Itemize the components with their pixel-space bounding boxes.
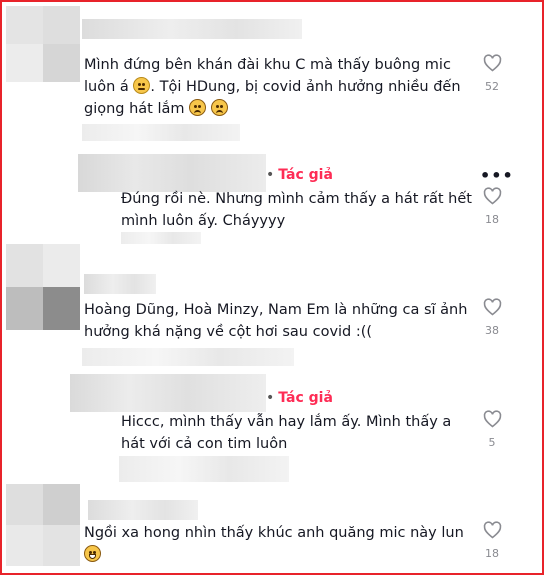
comment-text: Mình đứng bên khán đài khu C mà thấy buô… xyxy=(84,57,461,117)
comment-meta xyxy=(82,124,240,141)
username[interactable] xyxy=(82,19,302,39)
comment-text: Hoàng Dũng, Hoà Minzy, Nam Em là những c… xyxy=(84,302,468,340)
comment-meta xyxy=(121,232,201,244)
heart-outline-icon xyxy=(483,298,501,316)
comment-item: Ngồi xa hong nhìn thấy khúc anh quăng mi… xyxy=(2,482,542,573)
comment-item: Mình đứng bên khán đài khu C mà thấy buô… xyxy=(2,2,542,152)
laughing-face-icon xyxy=(84,545,101,562)
comment-meta xyxy=(119,456,289,482)
like-button[interactable] xyxy=(481,54,503,72)
like-button[interactable] xyxy=(481,410,503,428)
reply-item: • Tác giả Hiccc, mình thấy vẫn hay lắm ấy… xyxy=(2,370,542,482)
heart-outline-icon xyxy=(483,187,501,205)
more-options-button[interactable]: ••• xyxy=(480,166,514,185)
like-count: 18 xyxy=(485,213,499,226)
like-count: 38 xyxy=(485,324,499,337)
like-button[interactable] xyxy=(481,298,503,316)
comment-text: Ngồi xa hong nhìn thấy khúc anh quăng mi… xyxy=(84,522,474,566)
username[interactable] xyxy=(70,374,266,412)
like-button[interactable] xyxy=(481,521,503,539)
heart-outline-icon xyxy=(483,410,501,428)
reply-item: • Tác giả ••• Đúng rồi nè. Nhưng mình cảm… xyxy=(2,152,542,244)
like-count: 52 xyxy=(485,80,499,93)
comment-list: Mình đứng bên khán đài khu C mà thấy buô… xyxy=(0,0,544,575)
avatar[interactable] xyxy=(6,244,80,330)
author-badge: • Tác giả xyxy=(266,390,333,406)
avatar[interactable] xyxy=(6,484,80,566)
like-count: 5 xyxy=(488,436,496,449)
author-badge: • Tác giả xyxy=(266,167,333,183)
comment-text: Đúng rồi nè. Nhưng mình cảm thấy a hát r… xyxy=(121,191,472,229)
username[interactable] xyxy=(88,500,198,520)
sad-face-icon xyxy=(210,99,228,116)
heart-outline-icon xyxy=(483,54,501,72)
username[interactable] xyxy=(84,274,156,294)
like-count: 18 xyxy=(485,547,499,560)
like-button[interactable] xyxy=(481,187,503,205)
avatar[interactable] xyxy=(6,6,80,82)
heart-outline-icon xyxy=(483,521,501,539)
comment-item: Hoàng Dũng, Hoà Minzy, Nam Em là những c… xyxy=(2,244,542,370)
sad-face-icon xyxy=(189,99,207,116)
neutral-face-icon xyxy=(133,77,151,94)
comment-meta xyxy=(82,348,294,366)
comment-text: Hiccc, mình thấy vẫn hay lắm ấy. Mình th… xyxy=(121,414,452,452)
username[interactable] xyxy=(78,154,266,192)
